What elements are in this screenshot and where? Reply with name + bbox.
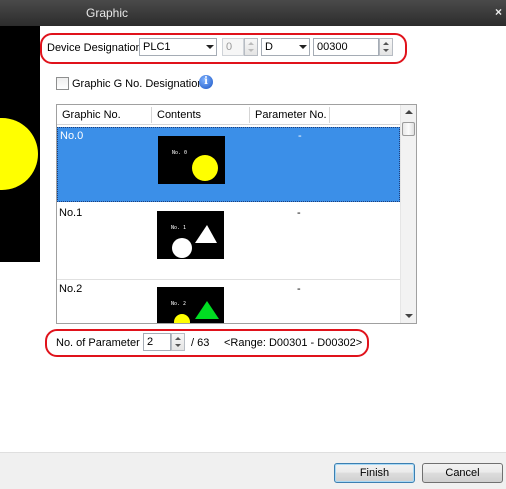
table-row[interactable]: No.1 No. 1 - xyxy=(57,205,400,280)
station-spinner xyxy=(244,38,258,56)
address-input[interactable]: 00300 xyxy=(313,38,379,56)
device-designation-label: Device Designation xyxy=(47,42,139,54)
column-header-graphic-no[interactable]: Graphic No. xyxy=(62,109,121,121)
table-row[interactable]: No.2 No. 2 - xyxy=(57,281,400,323)
parameter-label: No. of Parameter xyxy=(56,337,140,349)
graphic-table: Graphic No. Contents Parameter No. No.0 … xyxy=(56,104,417,324)
graphic-thumbnail: No. 0 xyxy=(158,136,225,184)
graphic-g-checkbox[interactable] xyxy=(56,77,69,90)
graphic-g-label: Graphic G No. Designation xyxy=(72,78,204,90)
plc-select-value: PLC1 xyxy=(143,41,171,53)
parameter-number: - xyxy=(298,130,302,142)
chevron-down-icon xyxy=(206,45,214,49)
column-divider xyxy=(249,107,250,123)
column-divider xyxy=(329,107,330,123)
device-type-select[interactable]: D xyxy=(261,38,310,56)
scroll-up-icon[interactable] xyxy=(405,110,413,114)
table-row[interactable]: No.0 No. 0 - xyxy=(57,127,400,202)
device-type-value: D xyxy=(265,41,273,53)
column-header-parameter-no[interactable]: Parameter No. xyxy=(255,109,327,121)
table-header: Graphic No. Contents Parameter No. xyxy=(57,105,400,125)
station-field-value: 0 xyxy=(226,41,233,53)
graphic-number: No.1 xyxy=(59,207,83,219)
scroll-thumb[interactable] xyxy=(402,122,415,136)
preview-circle-shape xyxy=(0,118,38,190)
graphic-number: No.2 xyxy=(59,283,83,295)
column-divider xyxy=(151,107,152,123)
title-bar: Graphic × xyxy=(0,0,506,26)
parameter-range: <Range: D00301 - D00302> xyxy=(224,337,363,349)
triangle-circle-shape xyxy=(174,301,219,323)
parameter-count-value: 2 xyxy=(147,336,154,348)
graphic-number: No.0 xyxy=(60,130,84,142)
parameter-spinner[interactable] xyxy=(171,333,185,351)
table-scrollbar[interactable] xyxy=(400,105,416,323)
chevron-down-icon xyxy=(299,45,307,49)
parameter-count-input[interactable]: 2 xyxy=(143,333,171,351)
graphic-thumbnail: No. 2 xyxy=(157,287,224,323)
graphic-thumbnail: No. 1 xyxy=(157,211,224,259)
column-header-contents[interactable]: Contents xyxy=(157,109,201,121)
finish-button[interactable]: Finish xyxy=(334,463,415,483)
triangle-circle-shape xyxy=(172,225,217,258)
address-spinner[interactable] xyxy=(379,38,393,56)
info-icon[interactable]: i xyxy=(199,75,213,89)
cancel-button[interactable]: Cancel xyxy=(422,463,503,483)
scroll-down-icon[interactable] xyxy=(405,314,413,318)
window-title: Graphic xyxy=(86,6,129,20)
dialog-footer: Finish Cancel xyxy=(0,452,506,489)
station-field: 0 xyxy=(222,38,244,56)
graphic-preview xyxy=(0,26,40,262)
plc-select[interactable]: PLC1 xyxy=(139,38,217,56)
parameter-number: - xyxy=(297,283,301,295)
address-input-value: 00300 xyxy=(317,41,348,53)
parameter-total: / 63 xyxy=(191,337,210,349)
parameter-number: - xyxy=(297,207,301,219)
circle-shape xyxy=(192,155,218,181)
close-icon[interactable]: × xyxy=(495,5,502,19)
